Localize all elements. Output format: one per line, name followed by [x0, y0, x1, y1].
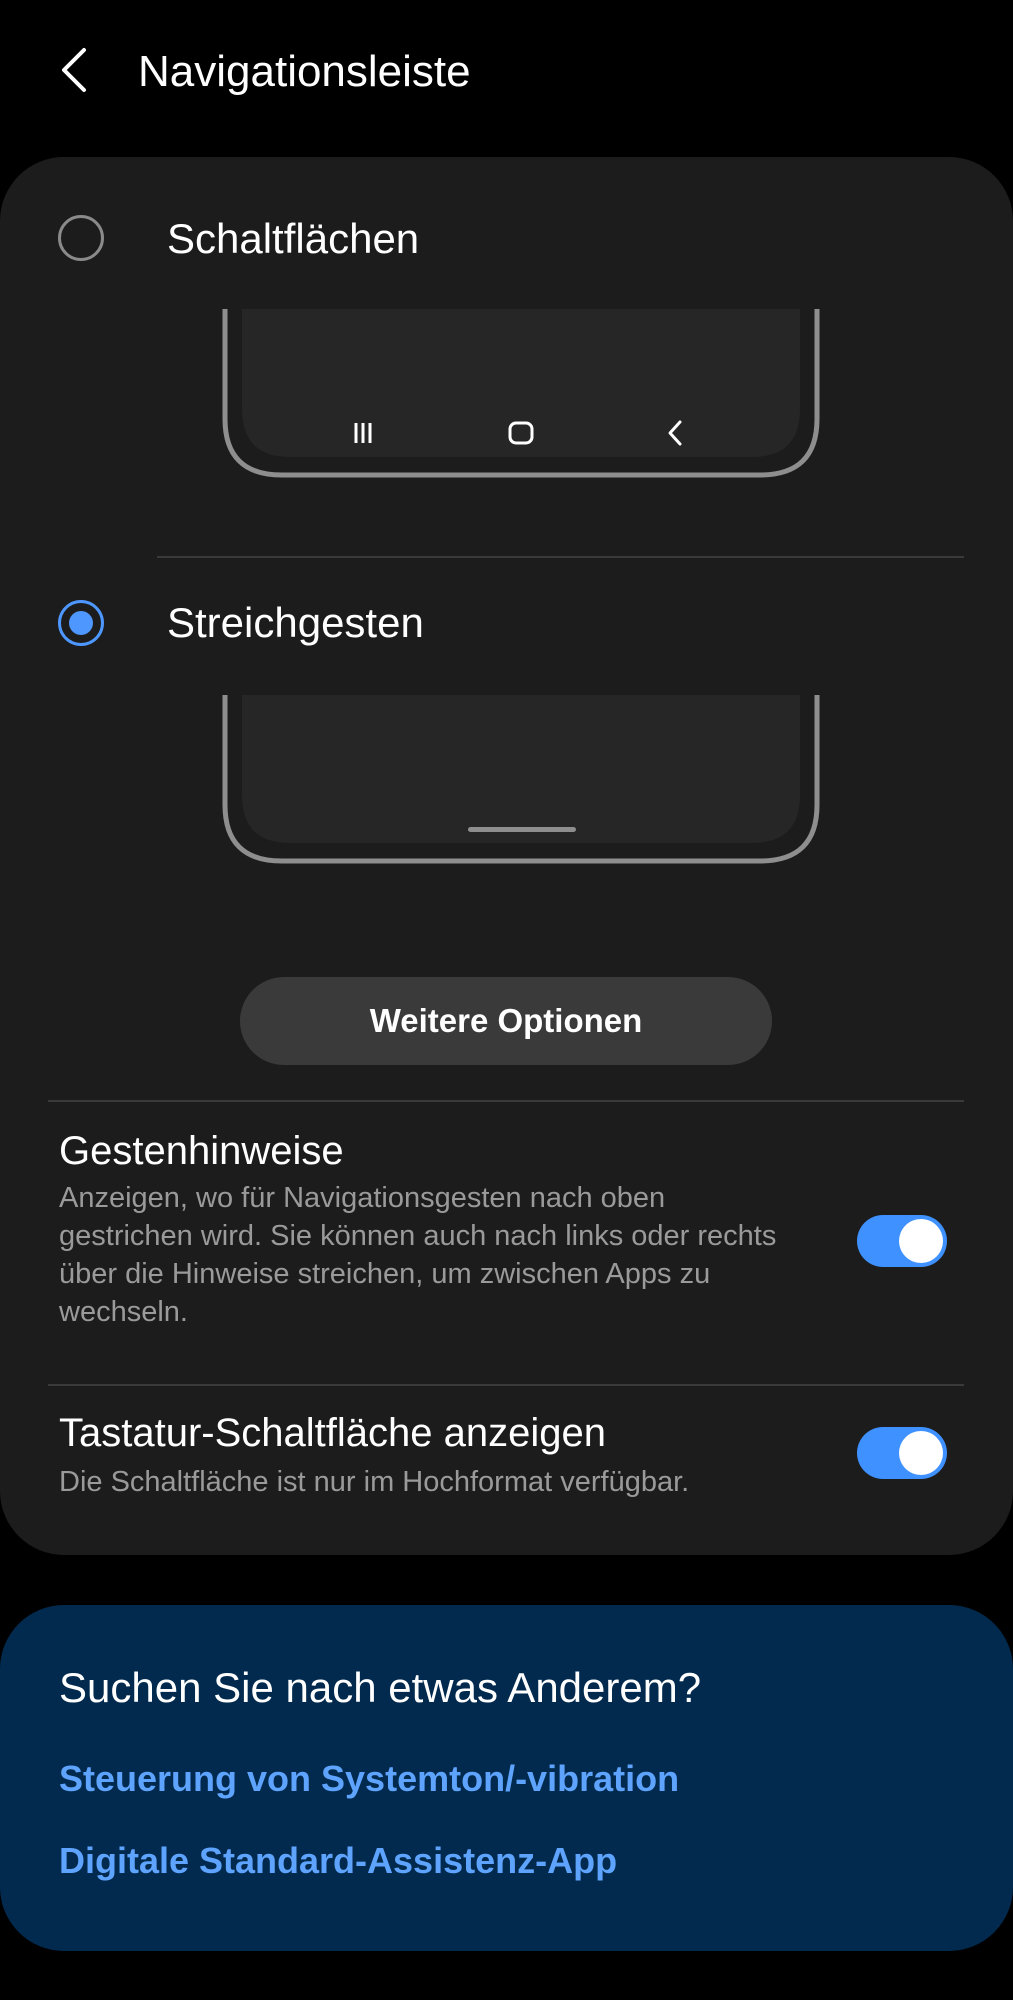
navigation-settings-card: Schaltflächen Streichgesten Weitere Opti… [0, 157, 1013, 1555]
divider [48, 1384, 964, 1386]
link-default-assistant-app[interactable]: Digitale Standard-Assistenz-App [59, 1837, 617, 1885]
option-label-buttons: Schaltflächen [167, 215, 420, 262]
setting-title: Tastatur-Schaltfläche anzeigen [59, 1411, 606, 1455]
option-buttons[interactable]: Schaltflächen [0, 157, 1013, 262]
radio-buttons-unselected[interactable] [58, 215, 104, 261]
setting-description: Anzeigen, wo für Navigationsgesten nach … [59, 1182, 777, 1328]
toggle-knob [899, 1219, 943, 1263]
setting-gesture-hints[interactable]: Gestenhinweise Anzeigen, wo für Navigati… [0, 1117, 1013, 1328]
app-header: Navigationsleiste [0, 0, 1013, 140]
divider [48, 1100, 964, 1102]
option-gestures[interactable]: Streichgesten [0, 544, 1013, 646]
setting-description: Die Schaltfläche ist nur im Hochformat v… [59, 1466, 690, 1498]
gesture-hints-toggle[interactable] [857, 1215, 947, 1267]
page-title: Navigationsleiste [138, 47, 471, 96]
toggle-knob [899, 1431, 943, 1475]
more-options-button[interactable]: Weitere Optionen [240, 977, 772, 1065]
radio-gestures-selected[interactable] [58, 600, 104, 646]
gesture-handle [468, 827, 576, 832]
keyboard-button-toggle[interactable] [857, 1427, 947, 1479]
setting-keyboard-button[interactable]: Tastatur-Schaltfläche anzeigen Die Schal… [0, 1407, 1013, 1537]
suggestions-title: Suchen Sie nach etwas Anderem? [59, 1664, 702, 1711]
link-system-sound-vibration[interactable]: Steuerung von Systemton/-vibration [59, 1755, 679, 1803]
chevron-left-icon [62, 48, 86, 92]
gestures-preview[interactable] [222, 695, 820, 865]
option-label-gestures: Streichgesten [167, 599, 424, 646]
setting-title: Gestenhinweise [59, 1129, 344, 1173]
suggestions-card: Suchen Sie nach etwas Anderem? Steuerung… [0, 1605, 1013, 1951]
back-button[interactable] [46, 32, 106, 108]
buttons-preview[interactable] [222, 309, 820, 479]
